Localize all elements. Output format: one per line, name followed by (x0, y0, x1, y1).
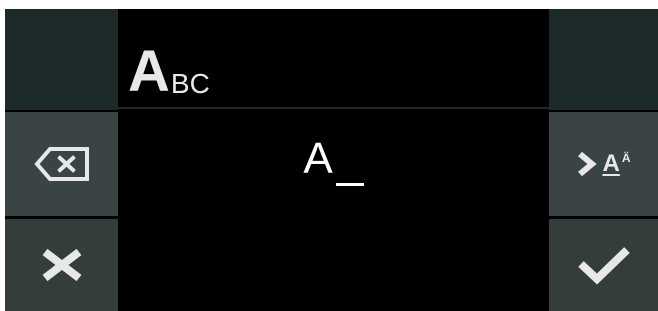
next-input-mode-button[interactable]: A Ä (549, 112, 658, 216)
close-icon (42, 248, 81, 282)
clear-button[interactable] (5, 219, 118, 311)
backspace-button[interactable] (5, 112, 118, 216)
input-mode-indicator: A BC (128, 31, 210, 101)
header-divider (118, 107, 549, 109)
corner-panel-left (5, 9, 118, 110)
input-value: A (303, 134, 333, 183)
backspace-icon (33, 147, 89, 181)
chevron-right-icon (578, 151, 598, 177)
next-mode-superscript: Ä (621, 151, 631, 165)
confirm-button[interactable] (549, 219, 658, 311)
mode-letter-large: A (128, 39, 170, 104)
next-mode-label: A Ä (577, 150, 631, 177)
text-cursor (335, 183, 364, 186)
checkmark-icon (578, 247, 630, 285)
text-input-field[interactable]: A (118, 134, 549, 194)
corner-panel-right (549, 9, 658, 110)
mode-letters-small: BC (170, 68, 210, 99)
keyboard-dialog: A BC A A Ä (5, 9, 658, 311)
next-mode-letter: A (602, 150, 620, 177)
